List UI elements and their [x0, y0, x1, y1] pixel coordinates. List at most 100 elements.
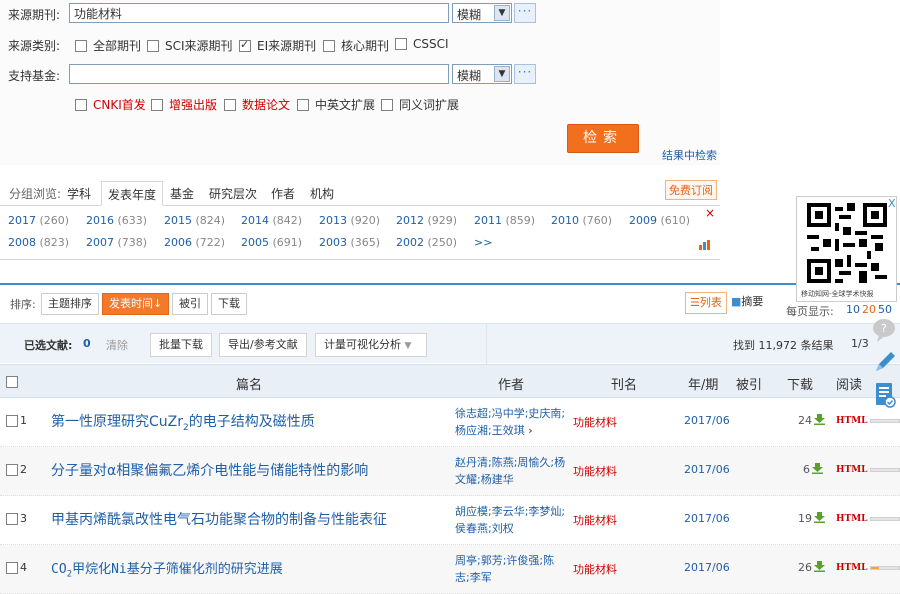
year-filter[interactable]: 2017 (260)	[8, 214, 69, 227]
authors[interactable]: 周亭;郭芳;许俊强;陈志;李军	[455, 552, 567, 586]
authors[interactable]: 胡应模;李云华;李梦灿;侯春燕;刘权	[455, 503, 567, 537]
download-count[interactable]: 19	[798, 512, 825, 525]
source-more-button[interactable]: ···	[514, 3, 536, 23]
category-core[interactable]: 核心期刊	[323, 37, 389, 54]
journal-link[interactable]: 功能材料	[573, 512, 617, 528]
authors[interactable]: 赵丹清;陈燕;周愉久;杨文耀;杨建华	[455, 454, 567, 488]
year-filter[interactable]: 2008 (823)	[8, 236, 69, 249]
html-read-link[interactable]: HTML	[836, 465, 868, 475]
download-icon[interactable]	[814, 561, 825, 572]
fund-input[interactable]	[69, 64, 449, 84]
tab-level[interactable]: 研究层次	[209, 185, 257, 202]
issue-link[interactable]: 2017/06	[684, 512, 730, 525]
view-abstract-button[interactable]: ■摘要	[727, 292, 767, 314]
download-count[interactable]: 24	[798, 414, 825, 427]
qr-close-button[interactable]: X	[888, 197, 896, 210]
note-icon[interactable]	[870, 380, 900, 410]
checkbox[interactable]	[323, 40, 335, 52]
category-ei[interactable]: EI来源期刊	[239, 37, 316, 54]
article-title-link[interactable]: 分子量对α相聚偏氟乙烯介电性能与储能特性的影响	[51, 460, 368, 480]
sort-date-button[interactable]: 发表时间↓	[102, 293, 170, 315]
option-data-paper[interactable]: 数据论文	[224, 96, 290, 113]
article-title-link[interactable]: 甲基丙烯酰氯改性电气石功能聚合物的制备与性能表征	[51, 509, 387, 529]
option-cn-en[interactable]: 中英文扩展	[297, 96, 375, 113]
checkbox[interactable]	[224, 99, 236, 111]
tab-institution[interactable]: 机构	[310, 185, 334, 202]
source-match-select[interactable]: 模糊 ▼	[452, 3, 512, 23]
journal-link[interactable]: 功能材料	[573, 561, 617, 577]
pencil-icon[interactable]	[870, 347, 900, 377]
checkbox[interactable]	[151, 99, 163, 111]
search-in-results-link[interactable]: 结果中检索	[662, 147, 717, 163]
issue-link[interactable]: 2017/06	[684, 463, 730, 476]
free-subscribe-button[interactable]: 免费订阅	[665, 180, 717, 200]
header-title[interactable]: 篇名	[236, 374, 262, 393]
tab-subject[interactable]: 学科	[67, 185, 91, 202]
category-cssci[interactable]: CSSCI	[395, 37, 449, 51]
download-icon[interactable]	[812, 463, 823, 474]
year-filter[interactable]: 2013 (920)	[319, 214, 380, 227]
checkbox[interactable]	[75, 40, 87, 52]
batch-download-button[interactable]: 批量下载	[150, 333, 212, 357]
sort-relevance-button[interactable]: 主题排序	[41, 293, 99, 315]
source-journal-input[interactable]	[69, 3, 449, 23]
option-synonym[interactable]: 同义词扩展	[381, 96, 459, 113]
checkbox-checked[interactable]	[239, 38, 251, 52]
year-filter[interactable]: 2010 (760)	[551, 214, 612, 227]
row-checkbox[interactable]	[6, 513, 18, 525]
year-filter[interactable]: 2002 (250)	[396, 236, 457, 249]
sort-download-button[interactable]: 下载	[211, 293, 247, 315]
fund-match-select[interactable]: 模糊 ▼	[452, 64, 512, 84]
article-title-link[interactable]: 第一性原理研究CuZr2的电子结构及磁性质	[51, 411, 315, 433]
row-checkbox[interactable]	[6, 562, 18, 574]
visual-analysis-button[interactable]: 计量可视化分析 ▼	[315, 333, 427, 357]
html-read-link[interactable]: HTML	[836, 563, 868, 573]
year-filter[interactable]: 2005 (691)	[241, 236, 302, 249]
year-filter[interactable]: 2012 (929)	[396, 214, 457, 227]
chevron-right-icon[interactable]: ›	[528, 424, 532, 437]
year-filter[interactable]: 2006 (722)	[164, 236, 225, 249]
download-count[interactable]: 26	[798, 561, 825, 574]
search-button[interactable]: 检索	[567, 124, 639, 153]
export-button[interactable]: 导出/参考文献	[219, 333, 307, 357]
year-filter[interactable]: 2015 (824)	[164, 214, 225, 227]
checkbox[interactable]	[297, 99, 309, 111]
feedback-icon[interactable]: ?	[870, 315, 900, 345]
tab-year[interactable]: 发表年度	[101, 181, 164, 206]
row-checkbox[interactable]	[6, 464, 18, 476]
close-icon[interactable]: ×	[705, 206, 715, 220]
authors[interactable]: 徐志超;冯中学;史庆南;杨应湘;王效琪 ›	[455, 405, 567, 439]
download-icon[interactable]	[814, 414, 825, 425]
chart-icon[interactable]	[698, 238, 712, 253]
year-filter[interactable]: 2016 (633)	[86, 214, 147, 227]
year-filter[interactable]: 2014 (842)	[241, 214, 302, 227]
tab-author[interactable]: 作者	[271, 185, 295, 202]
category-sci[interactable]: SCI来源期刊	[147, 37, 233, 54]
checkbox[interactable]	[395, 38, 407, 50]
article-title-link[interactable]: CO2甲烷化Ni基分子筛催化剂的研究进展	[51, 558, 283, 580]
journal-link[interactable]: 功能材料	[573, 414, 617, 430]
tab-fund[interactable]: 基金	[170, 185, 194, 202]
fund-more-button[interactable]: ···	[514, 64, 536, 84]
issue-link[interactable]: 2017/06	[684, 561, 730, 574]
checkbox[interactable]	[381, 99, 393, 111]
more-years-link[interactable]: >>	[474, 236, 492, 249]
html-read-link[interactable]: HTML	[836, 514, 868, 524]
per-page-10[interactable]: 10	[846, 303, 860, 316]
option-enhanced[interactable]: 增强出版	[151, 96, 217, 113]
header-cited[interactable]: 被引	[736, 374, 762, 393]
year-filter[interactable]: 2011 (859)	[474, 214, 535, 227]
html-read-link[interactable]: HTML	[836, 416, 868, 426]
clear-link[interactable]: 清除	[106, 337, 128, 353]
category-all[interactable]: 全部期刊	[75, 37, 141, 54]
issue-link[interactable]: 2017/06	[684, 414, 730, 427]
select-all-checkbox[interactable]	[6, 376, 18, 388]
view-list-button[interactable]: ☰列表	[685, 292, 727, 314]
journal-link[interactable]: 功能材料	[573, 463, 617, 479]
checkbox[interactable]	[147, 40, 159, 52]
download-count[interactable]: 6	[803, 463, 823, 476]
header-date[interactable]: 年/期	[688, 374, 718, 393]
year-filter[interactable]: 2003 (365)	[319, 236, 380, 249]
header-downloads[interactable]: 下载	[787, 374, 813, 393]
year-filter[interactable]: 2007 (738)	[86, 236, 147, 249]
